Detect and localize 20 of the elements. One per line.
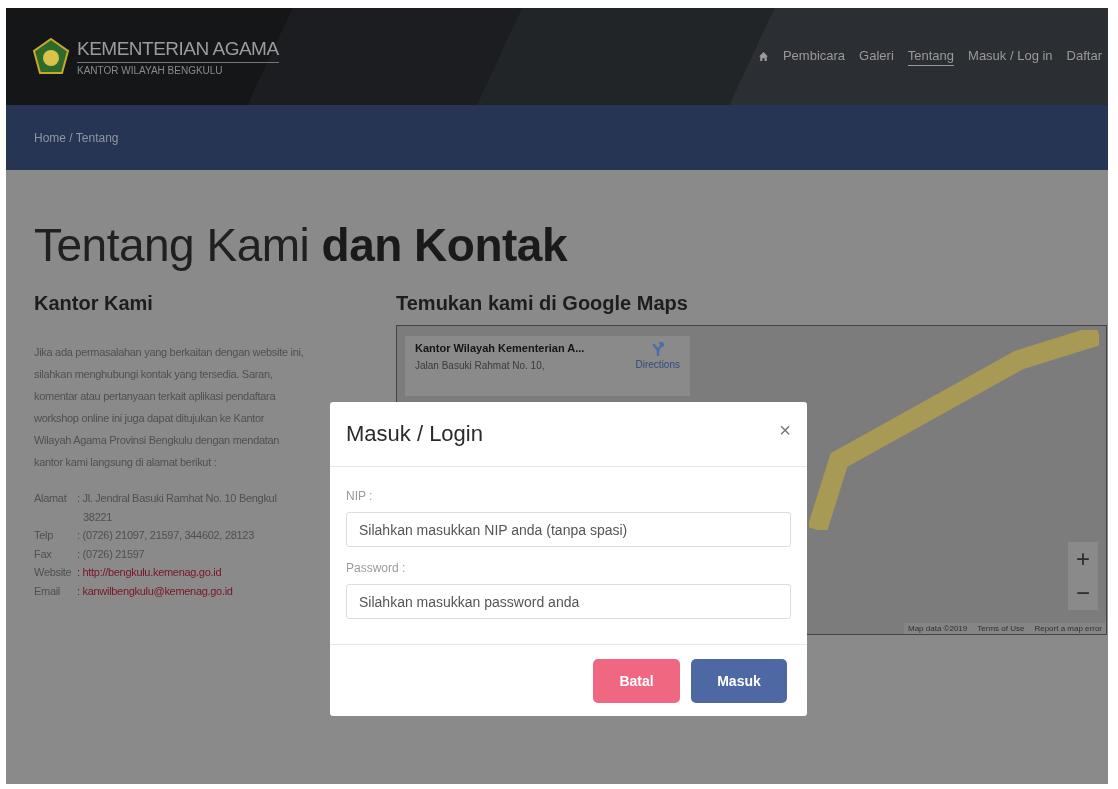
contact-value: 38221 — [82, 509, 114, 525]
field-label: Password : — [346, 561, 407, 575]
contact-label: Email — [34, 583, 61, 599]
contact-value: : Jl. Jendral Basuki Ramhat No. 10 Bengkul — [77, 491, 277, 506]
dialog-title: Masuk / Login — [346, 421, 483, 447]
section-title: Kantor Kami — [34, 292, 154, 315]
place-name: Kantor Wilayah Kementerian A... — [415, 342, 586, 354]
contact-label: Website — [34, 565, 73, 580]
field-label: NIP : — [346, 489, 374, 503]
contact-label: Alamat — [34, 491, 68, 506]
contact-value: : (0726) 21597 — [77, 546, 145, 562]
page-heading: Tentang Kami dan Kontak — [34, 218, 569, 272]
contact-label: Telp — [34, 528, 54, 543]
logo-subtitle: KANTOR WILAYAH BENGKULU — [77, 63, 224, 76]
logo-title: KEMENTERIAN AGAMA — [77, 37, 279, 63]
place-address: Jalan Basuki Rahmat No. 10, — [415, 360, 546, 371]
contact-label: Fax — [34, 546, 53, 562]
map-attribution: Map data ©2019 — [908, 624, 968, 633]
contact-value: : (0726) 21097, 21597, 344602, 28123 — [77, 528, 254, 543]
section-title: Temukan kami di Google Maps — [396, 292, 689, 315]
